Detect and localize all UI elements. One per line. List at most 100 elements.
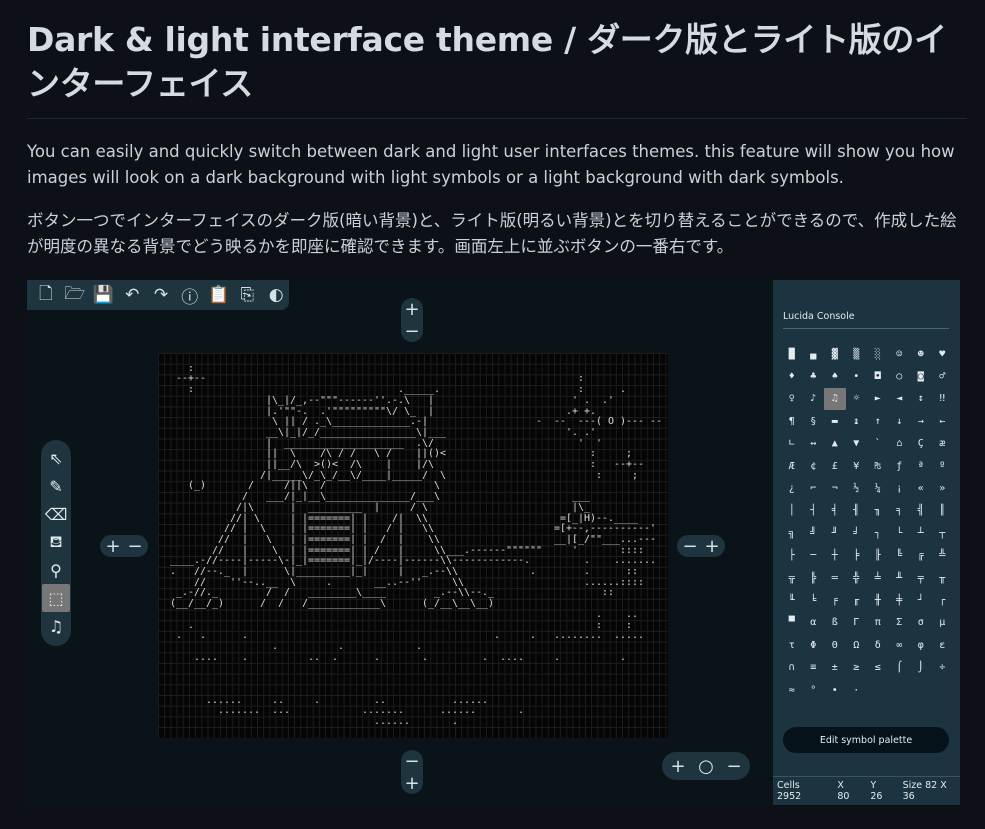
symbol-cell[interactable]: ∞ <box>889 634 911 656</box>
symbol-cell[interactable]: ◄ <box>889 388 911 410</box>
symbol-cell[interactable]: ε <box>932 634 954 656</box>
add-row-bottom-button[interactable]: + <box>401 772 423 794</box>
symbol-cell[interactable]: ╚ <box>889 545 911 567</box>
undo-icon[interactable]: ↶ <box>119 282 145 308</box>
symbol-cell[interactable]: Æ <box>781 455 803 477</box>
symbol-cell[interactable]: ╢ <box>846 500 868 522</box>
symbol-cell[interactable]: ⌡ <box>910 656 932 678</box>
symbol-cell[interactable]: ß <box>824 612 846 634</box>
symbol-cell[interactable]: Θ <box>824 634 846 656</box>
symbol-cell[interactable]: ¢ <box>803 455 825 477</box>
symbol-cell[interactable]: ☻ <box>910 343 932 365</box>
symbol-cell[interactable]: ₧ <box>867 455 889 477</box>
drawing-canvas[interactable]: : --+-- : : ._____.: . |\_|/_,--"""----… <box>158 353 668 738</box>
font-name-field[interactable]: Lucida Console <box>783 311 949 329</box>
symbol-cell[interactable]: ¿ <box>781 477 803 499</box>
symbol-cell[interactable]: ╛ <box>846 522 868 544</box>
symbol-cell[interactable]: ☺ <box>889 343 911 365</box>
symbol-cell[interactable]: ╡ <box>824 500 846 522</box>
symbol-cell[interactable]: ░ <box>867 343 889 365</box>
symbol-cell[interactable]: ¬ <box>824 477 846 499</box>
new-file-icon[interactable]: 🗋 <box>33 282 59 308</box>
symbol-cell[interactable]: ½ <box>846 477 868 499</box>
symbol-cell[interactable]: ☼ <box>846 388 868 410</box>
symbol-cell[interactable]: ╤ <box>910 567 932 589</box>
fill-bucket-icon[interactable]: ⛾ <box>42 528 70 556</box>
symbol-cell[interactable]: → <box>910 410 932 432</box>
theme-toggle-icon[interactable]: ◐ <box>263 282 289 308</box>
symbol-cell[interactable]: ↨ <box>846 410 868 432</box>
export-icon[interactable]: ⎘ <box>234 282 260 308</box>
pencil-icon[interactable]: ✎ <box>42 472 70 500</box>
symbol-cell[interactable]: ↑ <box>867 410 889 432</box>
symbol-cell[interactable]: ≈ <box>781 679 803 701</box>
symbol-cell[interactable]: ª <box>910 455 932 477</box>
symbol-cell[interactable]: ┴ <box>910 522 932 544</box>
symbol-cell[interactable]: █ <box>781 343 803 365</box>
symbol-cell[interactable]: ╗ <box>781 522 803 544</box>
symbol-cell[interactable]: ╬ <box>846 567 868 589</box>
symbol-cell[interactable]: £ <box>824 455 846 477</box>
symbol-cell[interactable]: ♂ <box>932 365 954 387</box>
symbol-cell[interactable]: ╔ <box>910 545 932 567</box>
symbol-cell[interactable]: ┤ <box>803 500 825 522</box>
symbol-cell[interactable]: ╝ <box>803 522 825 544</box>
symbol-cell[interactable]: │ <box>781 500 803 522</box>
remove-column-right-button[interactable]: − <box>679 535 701 557</box>
symbol-cell[interactable]: ┬ <box>932 522 954 544</box>
symbol-cell[interactable]: └ <box>889 522 911 544</box>
symbol-cell[interactable]: π <box>867 612 889 634</box>
symbol-cell[interactable]: » <box>932 477 954 499</box>
symbol-cell[interactable]: ║ <box>932 500 954 522</box>
symbol-cell[interactable]: ` <box>867 433 889 455</box>
symbol-cell[interactable]: ▲ <box>824 433 846 455</box>
symbol-cell[interactable]: ▀ <box>781 612 803 634</box>
symbol-cell[interactable]: ╧ <box>867 567 889 589</box>
symbol-cell[interactable]: ° <box>803 679 825 701</box>
symbol-cell[interactable]: ╟ <box>867 545 889 567</box>
add-column-left-button[interactable]: + <box>102 535 124 557</box>
symbol-cell[interactable]: ╙ <box>781 589 803 611</box>
edit-symbol-palette-button[interactable]: Edit symbol palette <box>783 727 949 753</box>
symbol-cell[interactable]: ‼ <box>932 388 954 410</box>
symbol-cell[interactable]: ƒ <box>889 455 911 477</box>
info-icon[interactable]: ⓘ <box>177 282 203 308</box>
zoom-out-button[interactable]: − <box>723 755 745 777</box>
symbol-cell[interactable]: ▬ <box>824 410 846 432</box>
symbol-cell[interactable]: ╪ <box>889 589 911 611</box>
symbol-cell[interactable]: æ <box>932 433 954 455</box>
symbol-cell[interactable]: ⌠ <box>889 656 911 678</box>
redo-icon[interactable]: ↷ <box>148 282 174 308</box>
symbol-cell[interactable]: ◘ <box>867 365 889 387</box>
select-arrow-icon[interactable]: ⇖ <box>42 444 70 472</box>
remove-column-left-button[interactable]: − <box>124 535 146 557</box>
symbol-cell[interactable]: ← <box>932 410 954 432</box>
symbol-cell[interactable]: ∙ <box>824 679 846 701</box>
eraser-icon[interactable]: ⌫ <box>42 500 70 528</box>
music-note-icon[interactable]: ♫ <box>42 612 70 640</box>
symbol-cell[interactable]: ♪ <box>803 388 825 410</box>
symbol-cell[interactable]: ∩ <box>781 656 803 678</box>
remove-row-bottom-button[interactable]: − <box>401 750 423 772</box>
symbol-cell[interactable]: ▓ <box>824 343 846 365</box>
symbol-cell[interactable]: ♥ <box>932 343 954 365</box>
symbol-cell[interactable]: ⌐ <box>803 477 825 499</box>
symbol-cell[interactable]: ╞ <box>846 545 868 567</box>
symbol-cell[interactable]: ♫ <box>824 387 846 411</box>
symbol-cell[interactable]: ⌂ <box>889 433 911 455</box>
eyedropper-icon[interactable]: ⚲ <box>42 556 70 584</box>
symbol-cell[interactable]: ¥ <box>846 455 868 477</box>
symbol-cell[interactable]: φ <box>910 634 932 656</box>
symbol-cell[interactable]: µ <box>932 612 954 634</box>
symbol-cell[interactable]: ○ <box>889 365 911 387</box>
symbol-cell[interactable]: ↓ <box>889 410 911 432</box>
remove-row-top-button[interactable]: − <box>401 320 423 342</box>
paste-icon[interactable]: 📋 <box>206 282 232 308</box>
symbol-cell[interactable]: ► <box>867 388 889 410</box>
symbol-cell[interactable]: ♀ <box>781 388 803 410</box>
symbol-cell[interactable]: ╜ <box>824 522 846 544</box>
symbol-cell[interactable]: º <box>932 455 954 477</box>
symbol-cell[interactable]: ╥ <box>932 567 954 589</box>
open-folder-icon[interactable]: 🗁 <box>62 282 88 308</box>
symbol-cell[interactable]: Γ <box>846 612 868 634</box>
